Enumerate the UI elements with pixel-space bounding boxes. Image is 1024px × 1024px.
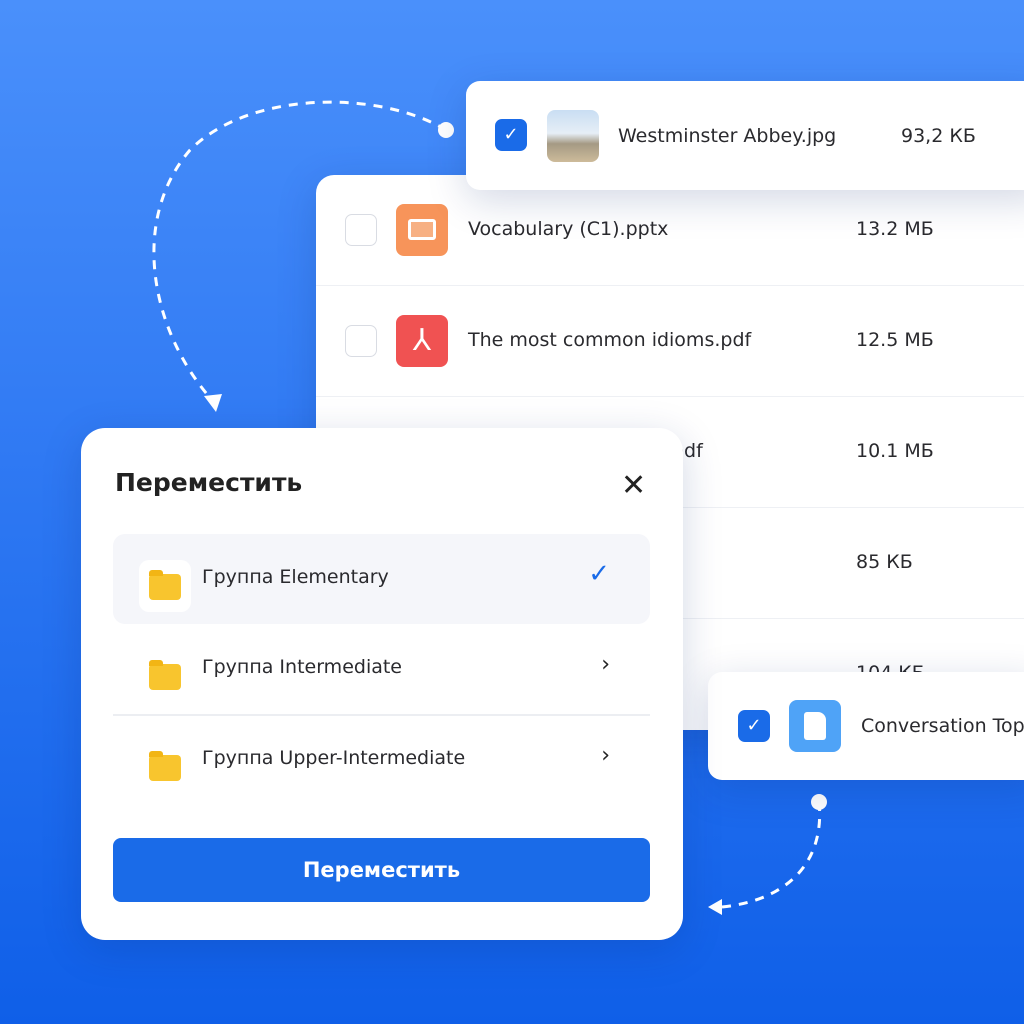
selected-file-card[interactable]: ✓ Westminster Abbey.jpg 93,2 КБ <box>466 81 1024 190</box>
chevron-right-icon: › <box>601 743 610 768</box>
pdf-icon: ⅄ <box>396 315 448 367</box>
file-name: Vocabulary (C1).pptx <box>468 218 669 240</box>
folder-icon <box>139 741 191 793</box>
folder-icon <box>139 560 191 612</box>
folder-item[interactable]: Группа Elementary ✓ <box>113 534 650 624</box>
checkbox-checked[interactable]: ✓ <box>495 119 527 151</box>
checkbox-checked[interactable]: ✓ <box>738 710 770 742</box>
file-checkbox[interactable] <box>345 325 377 357</box>
close-icon[interactable]: ✕ <box>621 468 646 503</box>
presentation-icon <box>396 204 448 256</box>
image-thumbnail <box>547 110 599 162</box>
folder-icon <box>139 650 191 702</box>
move-button[interactable]: Переместить <box>113 838 650 902</box>
dialog-title: Переместить <box>115 468 303 497</box>
file-size: 85 КБ <box>856 551 913 573</box>
folder-item[interactable]: Группа Upper-Intermediate › <box>113 715 650 805</box>
file-name: Conversation Top <box>861 715 1024 737</box>
folder-item[interactable]: Группа Intermediate › <box>113 624 650 714</box>
document-icon <box>789 700 841 752</box>
file-size: 12.5 МБ <box>856 329 934 351</box>
file-size: 13.2 МБ <box>856 218 934 240</box>
selected-file-card[interactable]: ✓ Conversation Top <box>708 672 1024 780</box>
file-size: 93,2 КБ <box>901 125 976 147</box>
chevron-right-icon: › <box>601 652 610 677</box>
file-row[interactable]: Vocabulary (C1).pptx 13.2 МБ <box>316 175 1024 286</box>
folder-name: Группа Upper-Intermediate <box>202 747 466 769</box>
file-checkbox[interactable] <box>345 214 377 246</box>
folder-name: Группа Intermediate <box>202 656 403 678</box>
file-size: 10.1 МБ <box>856 440 934 462</box>
file-row[interactable]: ⅄ The most common idioms.pdf 12.5 МБ <box>316 286 1024 397</box>
move-dialog: Переместить ✕ Группа Elementary ✓ Группа… <box>81 428 683 940</box>
folder-name: Группа Elementary <box>202 566 389 588</box>
file-name: Westminster Abbey.jpg <box>618 125 837 147</box>
file-name: The most common idioms.pdf <box>468 329 752 351</box>
check-icon: ✓ <box>588 559 610 589</box>
